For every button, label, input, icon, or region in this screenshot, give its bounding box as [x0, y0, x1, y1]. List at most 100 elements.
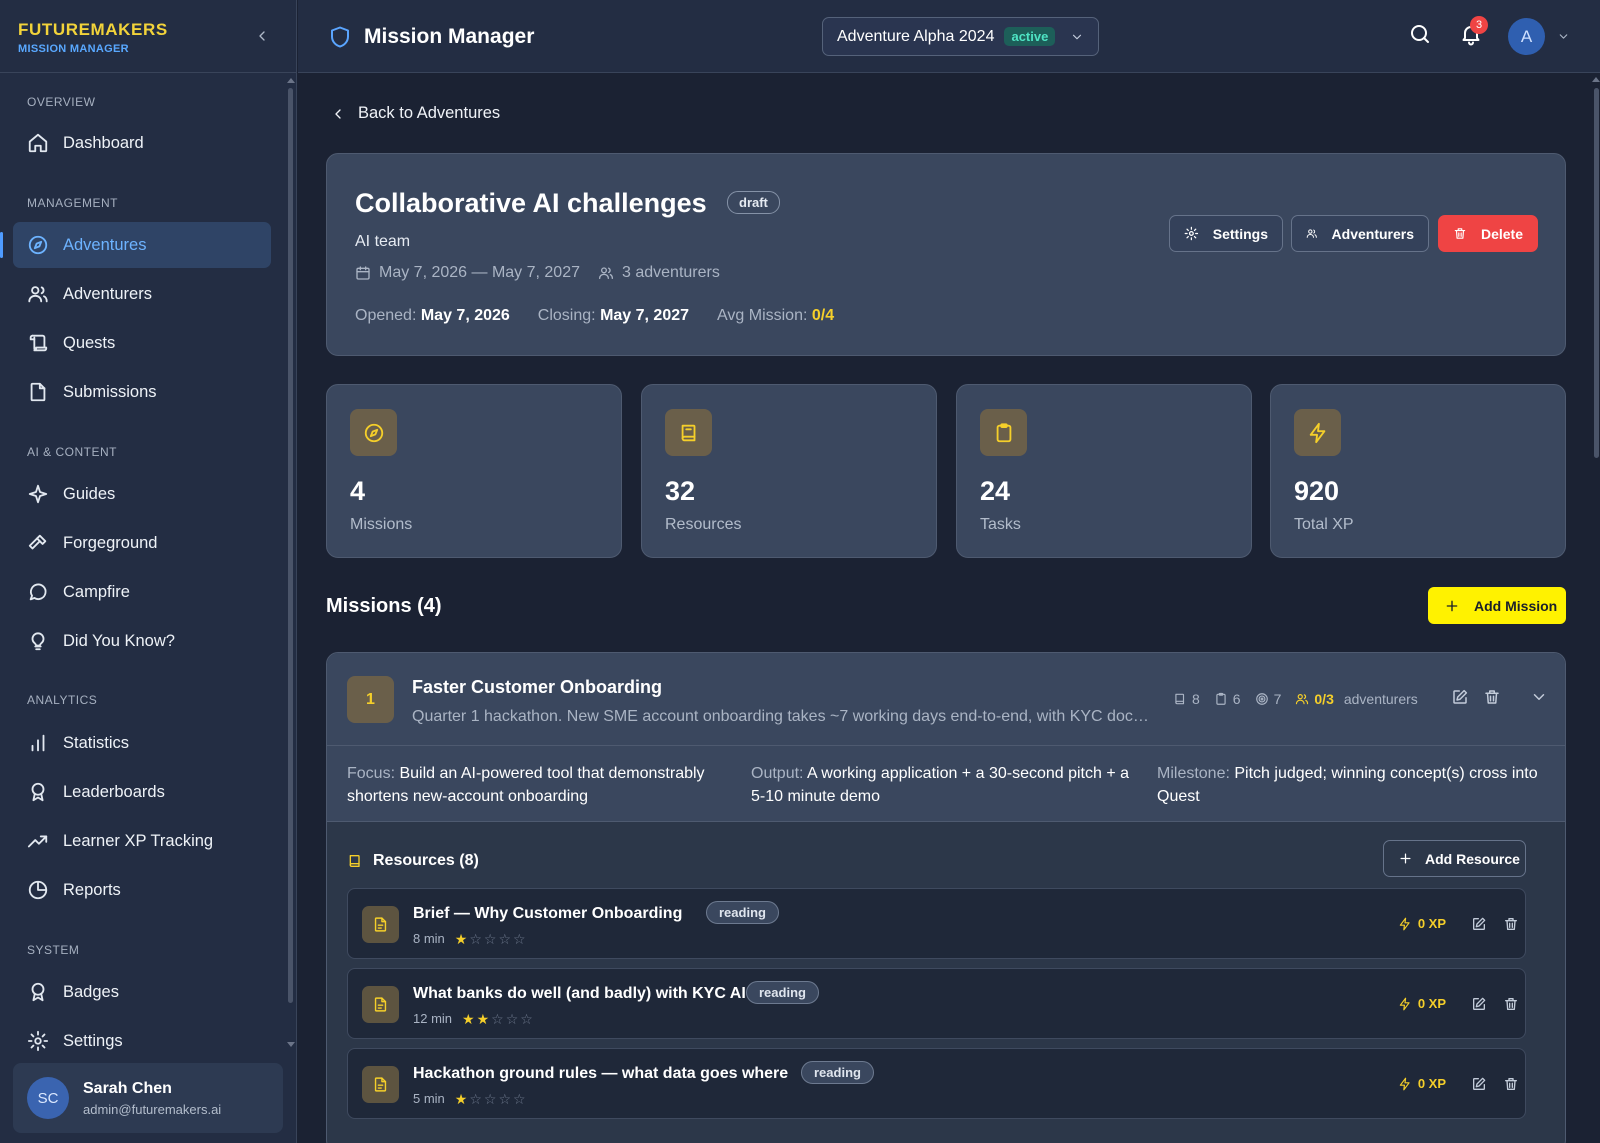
chevron-down-icon[interactable]: [1530, 688, 1548, 706]
settings-button[interactable]: Settings: [1169, 215, 1283, 252]
sidebar-item-dashboard[interactable]: Dashboard: [13, 120, 271, 166]
sidebar-scrollbar[interactable]: [288, 88, 293, 1003]
sidebar-item-learner-xp-tracking[interactable]: Learner XP Tracking: [13, 818, 271, 864]
edit-icon[interactable]: [1451, 688, 1469, 706]
section-ai-content: AI & CONTENT: [27, 445, 118, 459]
page-title: Collaborative AI challenges: [355, 188, 707, 218]
sidebar-item-adventurers[interactable]: Adventurers: [13, 271, 271, 317]
delete-button[interactable]: Delete: [1438, 215, 1538, 252]
user-card[interactable]: SC Sarah Chen admin@futuremakers.ai: [13, 1063, 283, 1133]
opened-label: Opened:: [355, 307, 417, 324]
lightning-icon: [1309, 422, 1325, 443]
sidebar-scroll-up[interactable]: [287, 78, 295, 83]
sidebar-item-badges[interactable]: Badges: [13, 969, 271, 1015]
avatar[interactable]: A: [1508, 18, 1545, 55]
tasks-count-value: 6: [1232, 691, 1241, 707]
sidebar-item-label: Learner XP Tracking: [63, 831, 214, 850]
adventure-dates: Opened: May 7, 2026 Closing: May 7, 2027…: [355, 307, 834, 325]
sidebar-scroll-down[interactable]: [287, 1042, 295, 1047]
sidebar-item-label: Forgeground: [63, 533, 158, 552]
sidebar-item-label: Did You Know?: [63, 631, 175, 650]
sidebar-item-did-you-know[interactable]: Did You Know?: [13, 618, 271, 664]
edit-icon[interactable]: [1471, 996, 1487, 1012]
sidebar-item-reports[interactable]: Reports: [13, 867, 271, 913]
adventure-select[interactable]: Adventure Alpha 2024 active: [822, 17, 1099, 56]
sidebar-item-settings[interactable]: Settings: [13, 1018, 271, 1061]
chevron-left-icon: [335, 108, 341, 119]
target-icon: [1255, 693, 1268, 705]
date-range: May 7, 2026 — May 7, 2027: [379, 264, 580, 281]
avg-mission-label: Avg Mission:: [717, 307, 808, 324]
star-icon: ☆: [491, 1010, 504, 1027]
home-icon: [28, 133, 48, 153]
chevron-down-icon[interactable]: [1557, 30, 1570, 43]
shield-icon: [331, 26, 349, 48]
stat-value: 32: [665, 476, 696, 506]
add-resource-label: Add Resource: [1425, 850, 1520, 867]
stat-icon-box: [980, 409, 1027, 456]
edit-icon[interactable]: [1471, 916, 1487, 932]
star-icon: ☆: [520, 1010, 533, 1027]
adventurers-button[interactable]: Adventurers: [1291, 215, 1429, 252]
avatar: SC: [27, 1077, 69, 1119]
mission-description: Quarter 1 hackathon. New SME account onb…: [412, 708, 1152, 725]
sidebar-item-leaderboards[interactable]: Leaderboards: [13, 769, 271, 815]
mission-adventurers: 0/3 adventurers: [1295, 691, 1418, 707]
brand-title: FUTUREMAKERS: [18, 20, 168, 39]
stat-value: 4: [350, 476, 366, 506]
section-system: SYSTEM: [27, 943, 80, 957]
sidebar-item-statistics[interactable]: Statistics: [13, 720, 271, 766]
trash-icon[interactable]: [1503, 1076, 1519, 1092]
book-icon: [681, 424, 695, 441]
back-to-adventures-link[interactable]: Back to Adventures: [330, 104, 500, 123]
trash-icon[interactable]: [1483, 688, 1501, 706]
file-icon: [374, 997, 387, 1012]
main-scroll-up[interactable]: [1592, 77, 1600, 82]
app-title: Mission Manager: [328, 24, 534, 50]
resource-title[interactable]: Hackathon ground rules — what data goes …: [413, 1065, 788, 1083]
section-management: MANAGEMENT: [27, 196, 119, 210]
mission-focus: Focus: Build an AI-powered tool that dem…: [347, 762, 717, 808]
resource-item[interactable]: Hackathon ground rules — what data goes …: [347, 1048, 1526, 1119]
stat-label: Missions: [350, 516, 413, 533]
hammer-icon: [28, 534, 47, 550]
resource-title[interactable]: What banks do well (and badly) with KYC …: [413, 985, 746, 1003]
brand-subtitle: MISSION MANAGER: [18, 43, 129, 55]
add-mission-button[interactable]: Add Mission: [1428, 587, 1566, 624]
trash-icon[interactable]: [1503, 916, 1519, 932]
settings-button-label: Settings: [1212, 225, 1268, 242]
resource-title[interactable]: Brief — Why Customer Onboarding: [413, 905, 682, 923]
sidebar: FUTUREMAKERS MISSION MANAGER OVERVIEW Da…: [0, 0, 297, 1143]
difficulty-stars: ★ ★ ☆ ☆ ☆: [462, 1012, 535, 1026]
mission-header[interactable]: 1 Faster Customer Onboarding Quarter 1 h…: [327, 653, 1565, 746]
sidebar-item-forgeground[interactable]: Forgeground: [13, 520, 271, 566]
missions-heading: Missions (4): [326, 595, 442, 617]
clipboard-icon: [996, 422, 1011, 442]
sidebar-item-campfire[interactable]: Campfire: [13, 569, 271, 615]
users-icon: [28, 286, 48, 303]
stat-value: 24: [980, 476, 1011, 506]
star-icon: ☆: [498, 1090, 512, 1107]
sidebar-item-label: Reports: [63, 880, 121, 899]
trash-icon[interactable]: [1503, 996, 1519, 1012]
lightning-icon: [1399, 997, 1410, 1010]
sidebar-item-submissions[interactable]: Submissions: [13, 369, 271, 415]
star-icon: ☆: [513, 1090, 526, 1107]
pie-chart-icon: [28, 880, 48, 900]
resource-xp-value: 0 XP: [1417, 1076, 1446, 1091]
sidebar-item-quests[interactable]: Quests: [13, 320, 271, 366]
sidebar-item-label: Guides: [63, 484, 116, 503]
adventurers-progress: 0/3: [1314, 691, 1334, 707]
main-scrollbar[interactable]: [1594, 88, 1599, 458]
sidebar-item-guides[interactable]: Guides: [13, 471, 271, 517]
collapse-sidebar-icon[interactable]: [254, 28, 270, 44]
search-icon[interactable]: [1408, 22, 1432, 46]
resource-item[interactable]: What banks do well (and badly) with KYC …: [347, 968, 1526, 1039]
add-resource-button[interactable]: Add Resource: [1383, 840, 1526, 877]
resource-item[interactable]: Brief — Why Customer Onboarding reading 8 …: [347, 888, 1526, 959]
stat-value: 920: [1294, 476, 1340, 506]
edit-icon[interactable]: [1471, 1076, 1487, 1092]
award-icon: [31, 782, 45, 802]
sidebar-item-label: Quests: [63, 333, 116, 352]
sidebar-item-adventures[interactable]: Adventures: [0, 222, 271, 268]
